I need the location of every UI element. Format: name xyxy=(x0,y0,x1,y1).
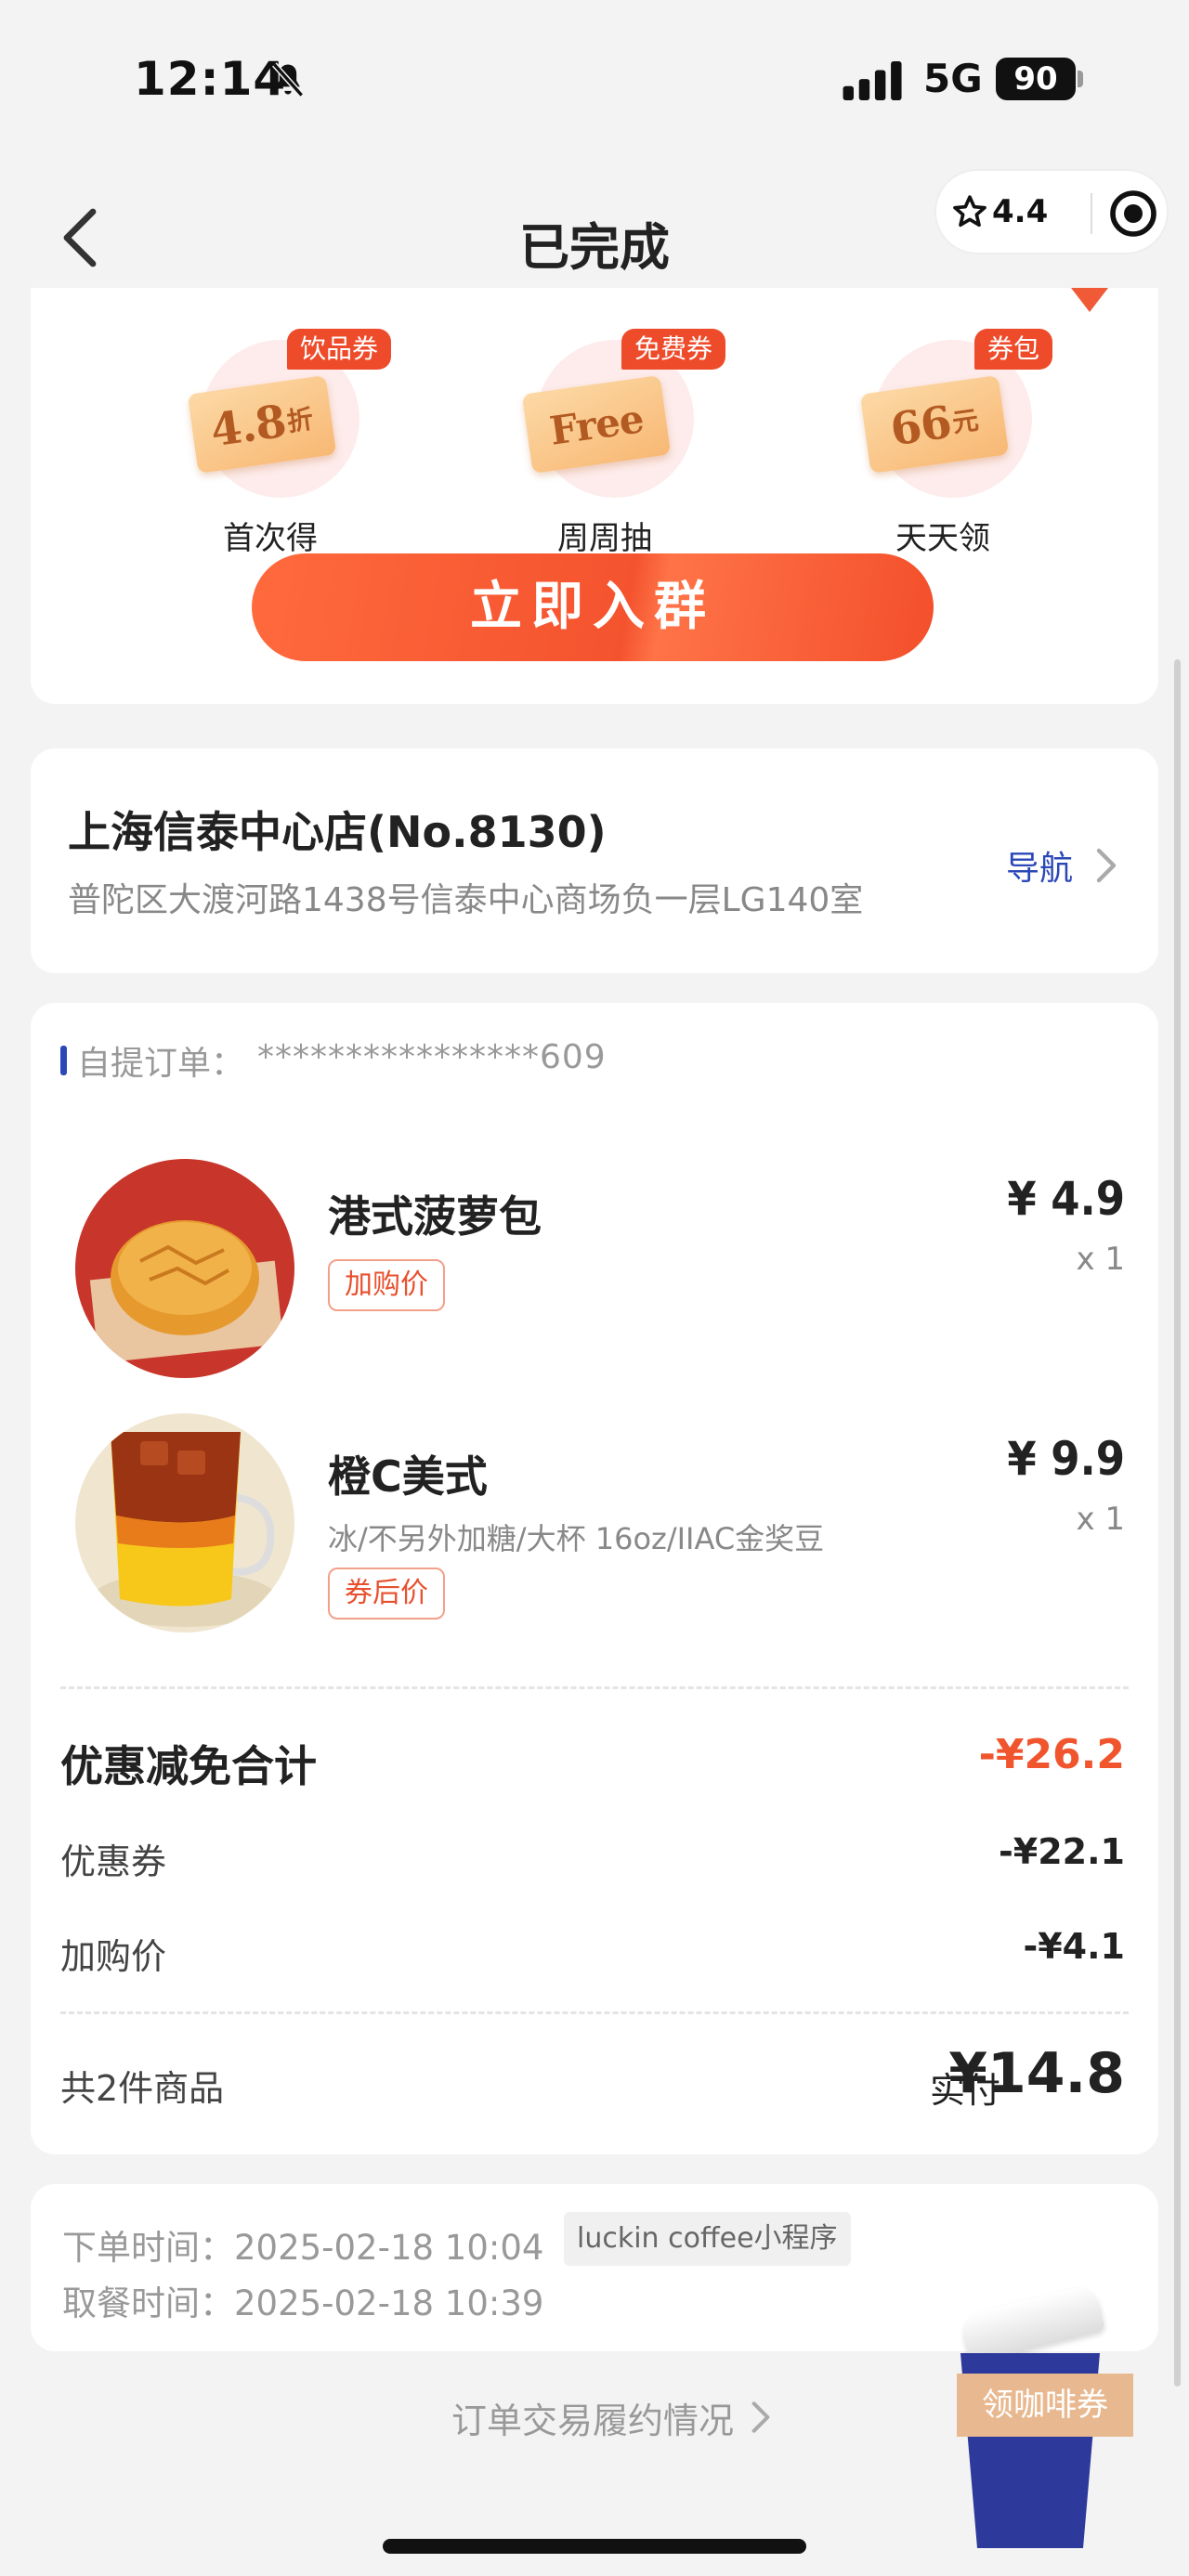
order-card: 自提订单： ****************609 港式菠萝包 加购价 ¥ 4.… xyxy=(31,1003,1158,2154)
promo-card: 4.8 折 饮品券 首次得 Free 免费券 周周抽 66 元 券包 天天领 立… xyxy=(31,288,1158,704)
orange-americano-image xyxy=(75,1413,294,1633)
bell-muted-icon xyxy=(272,62,304,98)
order-number: ****************609 xyxy=(257,1038,607,1076)
paid-amount: ¥14.8 xyxy=(948,2041,1125,2106)
channel-badge: luckin coffee小程序 xyxy=(564,2212,851,2266)
coupon-free[interactable]: Free 免费券 周周抽 xyxy=(521,329,727,557)
rating-value[interactable]: 4.4 xyxy=(992,193,1048,230)
item-price: ¥ 4.9 xyxy=(1007,1172,1125,1226)
item-spec: 冰/不另外加糖/大杯 16oz/IIAC金奖豆 xyxy=(328,1521,825,1556)
item-name: 港式菠萝包 xyxy=(328,1191,542,1242)
divider xyxy=(60,2011,1129,2014)
store-card: 上海信泰中心店(No.8130) 普陀区大渡河路1438号信泰中心商场负一层LG… xyxy=(31,748,1158,973)
network-type: 5G xyxy=(923,56,983,101)
item-price-tag: 券后价 xyxy=(328,1568,445,1620)
discount-row-label: 加购价 xyxy=(60,1936,167,1977)
scrollbar[interactable] xyxy=(1174,659,1181,2387)
store-address: 普陀区大渡河路1438号信泰中心商场负一层LG140室 xyxy=(68,881,864,919)
item-price: ¥ 9.9 xyxy=(1007,1432,1125,1486)
order-item: 橙C美式 冰/不另外加糖/大杯 16oz/IIAC金奖豆 券后价 ¥ 9.9 x… xyxy=(31,1412,1158,1634)
store-name: 上海信泰中心店(No.8130) xyxy=(68,807,607,857)
cup-lid-icon xyxy=(958,2283,1106,2364)
capsule-divider xyxy=(1091,193,1092,234)
discount-total: -¥26.2 xyxy=(978,1731,1125,1778)
star-icon[interactable] xyxy=(951,193,988,230)
coupon-value: Free xyxy=(546,395,647,454)
coupon-discount[interactable]: 4.8 折 饮品券 首次得 xyxy=(187,329,393,557)
pickup-time-label: 取餐时间： xyxy=(62,2283,234,2323)
coupon-tag: 饮品券 xyxy=(287,329,392,370)
chevron-right-icon[interactable] xyxy=(1095,847,1117,884)
navigate-button[interactable]: 导航 xyxy=(1006,841,1073,890)
nav-bar: 已完成 4.4 xyxy=(0,149,1189,306)
signal-icon xyxy=(843,61,902,100)
discount-row-value: -¥4.1 xyxy=(1023,1926,1125,1967)
coupon-pack[interactable]: 66 元 券包 天天领 xyxy=(859,329,1065,557)
order-item: 港式菠萝包 加购价 ¥ 4.9 x 1 xyxy=(31,1151,1158,1378)
join-group-button[interactable]: 立即入群 xyxy=(252,553,934,661)
close-mini-program-icon[interactable] xyxy=(1109,189,1157,238)
coffee-coupon-label[interactable]: 领咖啡券 xyxy=(957,2374,1133,2437)
battery-icon: 90 xyxy=(996,58,1085,100)
coupon-unit: 元 xyxy=(950,404,981,439)
section-accent-bar xyxy=(60,1046,67,1075)
home-indicator[interactable] xyxy=(383,2539,806,2554)
coupon-value: 4.8 xyxy=(207,395,289,458)
discount-title: 优惠减免合计 xyxy=(60,1741,317,1791)
corner-ribbon xyxy=(1071,288,1108,312)
coupon-label: 首次得 xyxy=(223,520,318,557)
chevron-right-icon[interactable] xyxy=(751,2400,771,2435)
order-time-label: 下单时间： xyxy=(62,2228,234,2268)
battery-level: 90 xyxy=(996,58,1076,100)
order-time-row: 下单时间：2025-02-18 10:04 xyxy=(62,2219,543,2270)
coupon-value: 66 xyxy=(887,396,955,457)
item-price-tag: 加购价 xyxy=(328,1259,445,1311)
coupon-tag: 免费券 xyxy=(621,329,726,370)
coffee-coupon-widget[interactable]: 领咖啡券 xyxy=(957,2283,1133,2554)
coupon-tag: 券包 xyxy=(974,329,1053,370)
divider xyxy=(60,1686,1129,1689)
pickup-time-row: 取餐时间：2025-02-18 10:39 xyxy=(62,2275,543,2325)
order-type-label: 自提订单： xyxy=(77,1045,245,1083)
coupon-label: 天天领 xyxy=(895,520,990,557)
item-name: 橙C美式 xyxy=(328,1451,488,1502)
status-bar: 12:14 5G 90 xyxy=(0,0,1189,149)
discount-row-label: 优惠券 xyxy=(60,1841,167,1882)
item-count: 共2件商品 xyxy=(60,2068,225,2109)
fulfillment-link[interactable]: 订单交易履约情况 xyxy=(451,2392,734,2443)
order-time-value: 2025-02-18 10:04 xyxy=(234,2228,544,2268)
status-time: 12:14 xyxy=(134,52,287,106)
item-quantity: x 1 xyxy=(1076,1241,1125,1278)
item-quantity: x 1 xyxy=(1076,1501,1125,1538)
pickup-time-value: 2025-02-18 10:39 xyxy=(234,2283,544,2323)
pineapple-bun-image xyxy=(75,1159,294,1378)
discount-row-value: -¥22.1 xyxy=(999,1831,1125,1872)
coupon-unit: 折 xyxy=(284,403,316,438)
mini-program-capsule: 4.4 xyxy=(934,169,1169,254)
coupon-label: 周周抽 xyxy=(557,520,652,557)
